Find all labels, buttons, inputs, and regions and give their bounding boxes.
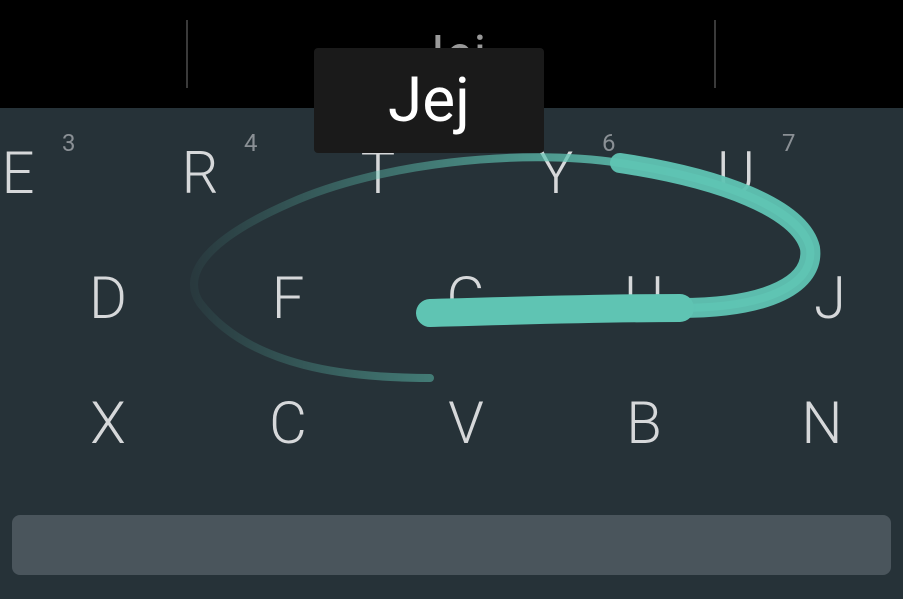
keyboard-row-3: XCVBN — [0, 361, 903, 486]
key-n[interactable]: N — [792, 361, 852, 486]
key-e[interactable]: E — [0, 111, 48, 236]
key-v[interactable]: V — [436, 361, 496, 486]
key-i[interactable]: I — [890, 111, 903, 236]
keyboard-row-2: DFGH J — [0, 236, 903, 361]
key-j[interactable]: J — [800, 236, 860, 361]
key-c[interactable]: C — [258, 361, 318, 486]
spacebar[interactable] — [12, 515, 891, 575]
key-d[interactable]: D — [78, 236, 138, 361]
key-r[interactable]: R — [170, 111, 230, 236]
key-f[interactable]: F — [258, 236, 318, 361]
suggestion-divider — [714, 20, 716, 88]
key-superscript-3: 3 — [62, 129, 76, 157]
key-u[interactable]: U — [706, 111, 766, 236]
key-h[interactable]: H — [614, 236, 674, 361]
key-g[interactable]: G — [436, 236, 496, 361]
key-superscript-4: 4 — [244, 129, 258, 157]
prediction-popup: Jej — [314, 48, 544, 153]
key-b[interactable]: B — [614, 361, 674, 486]
spacebar-container — [12, 515, 891, 575]
suggestion-divider — [186, 20, 188, 88]
keyboard: Jej E3R4T5Y6U7I DFGHJ XCVBN — [0, 108, 903, 599]
key-superscript-6: 6 — [602, 129, 616, 157]
key-x[interactable]: X — [78, 361, 138, 486]
prediction-text: Jej — [388, 64, 470, 137]
key-superscript-7: 7 — [782, 129, 796, 157]
